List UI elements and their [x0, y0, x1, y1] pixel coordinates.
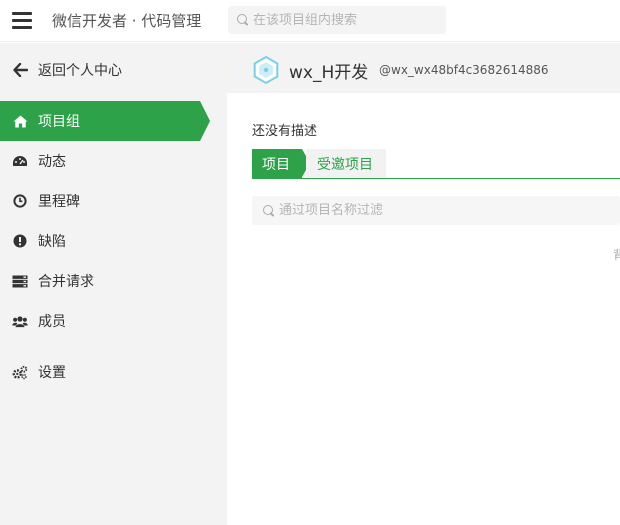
- clock-icon: [12, 193, 28, 209]
- sidebar-item-label: 里程碑: [38, 194, 80, 210]
- users-icon: [12, 313, 28, 329]
- sidebar-item-activity[interactable]: 动态: [0, 141, 200, 181]
- sidebar-item-milestones[interactable]: 里程碑: [0, 181, 200, 221]
- sidebar-item-label: 项目组: [38, 114, 80, 130]
- sidebar-item-merge-requests[interactable]: 合并请求: [0, 261, 200, 301]
- sidebar-item-members[interactable]: 成员: [0, 301, 200, 341]
- group-header: wx_H开发 @wx_wx48bf4c3682614886: [227, 43, 620, 93]
- search-icon: [237, 14, 249, 26]
- search-input[interactable]: [249, 12, 429, 28]
- group-path: @wx_wx48bf4c3682614886: [379, 63, 549, 77]
- top-bar: 微信开发者 · 代码管理: [0, 0, 620, 42]
- project-tabs: 项目 受邀项目: [252, 149, 620, 179]
- home-icon: [12, 113, 28, 129]
- filter-input[interactable]: [275, 203, 455, 218]
- sidebar-item-label: 动态: [38, 154, 66, 170]
- clipped-text: 背: [613, 248, 620, 262]
- search-box[interactable]: [228, 6, 446, 34]
- sidebar-item-label: 设置: [38, 365, 66, 381]
- exclamation-icon: [12, 233, 28, 249]
- search-icon: [263, 204, 275, 217]
- sidebar-item-projects[interactable]: 项目组: [0, 101, 210, 141]
- filter-box[interactable]: [252, 196, 620, 225]
- menu-icon[interactable]: [12, 12, 32, 29]
- sidebar-item-label: 成员: [38, 314, 66, 330]
- gears-icon: [12, 364, 28, 380]
- server-icon: [12, 273, 28, 289]
- tab-invited-projects[interactable]: 受邀项目: [306, 149, 386, 178]
- arrow-left-icon: [12, 62, 28, 78]
- group-avatar[interactable]: [251, 55, 281, 85]
- tab-projects[interactable]: 项目: [252, 149, 310, 178]
- group-description: 还没有描述: [252, 124, 318, 139]
- back-to-personal-center[interactable]: 返回个人中心: [0, 55, 227, 85]
- sidebar-item-issues[interactable]: 缺陷: [0, 221, 200, 261]
- sidebar: 返回个人中心 项目组 动态 里程碑 缺陷 合并请求 成员 设置: [0, 43, 227, 525]
- sidebar-item-label: 合并请求: [38, 274, 94, 290]
- sidebar-item-settings[interactable]: 设置: [0, 352, 200, 392]
- group-name: wx_H开发: [289, 63, 369, 83]
- back-label: 返回个人中心: [38, 63, 122, 79]
- app-title[interactable]: 微信开发者 · 代码管理: [52, 10, 201, 31]
- dashboard-icon: [12, 153, 28, 169]
- sidebar-item-label: 缺陷: [38, 234, 66, 250]
